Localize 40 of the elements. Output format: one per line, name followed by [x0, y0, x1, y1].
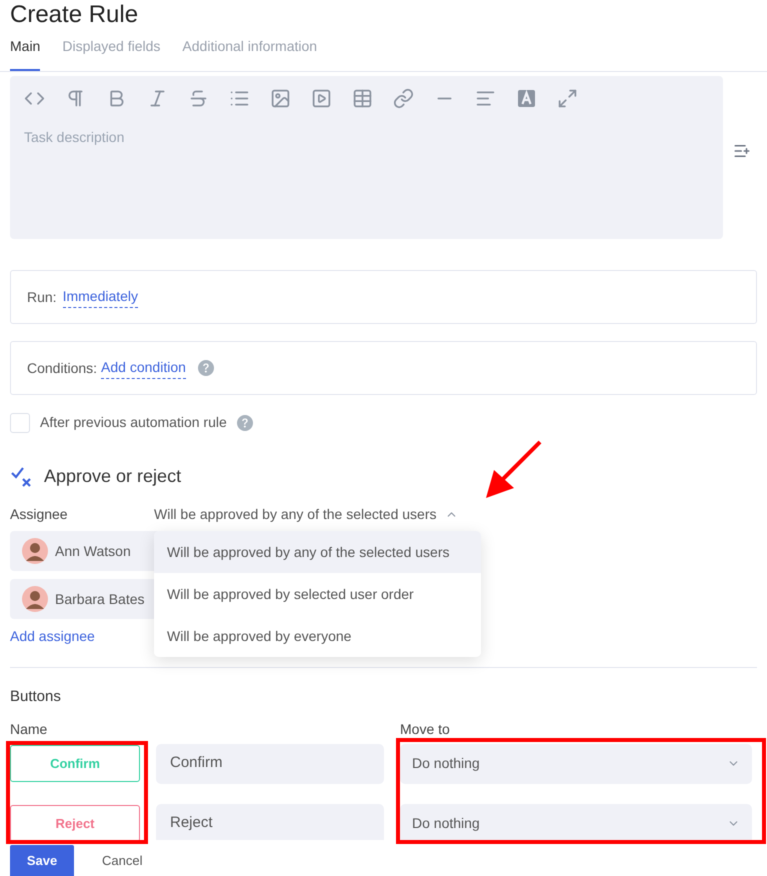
button-name-field[interactable]: Confirm: [156, 744, 384, 784]
section-title: Approve or reject: [44, 465, 182, 488]
avatar-icon: [22, 586, 48, 612]
strikethrough-icon[interactable]: [188, 88, 209, 109]
name-header: Name: [10, 720, 48, 738]
menu-option[interactable]: Will be approved by selected user order: [154, 573, 481, 615]
save-button[interactable]: Save: [10, 845, 74, 876]
approval-mode-dropdown[interactable]: Will be approved by any of the selected users: [154, 504, 458, 525]
move-to-select[interactable]: Do nothing: [400, 804, 752, 840]
avatar-icon: [22, 538, 48, 564]
arrow-drawing: [484, 440, 542, 500]
fullscreen-icon[interactable]: [557, 88, 578, 109]
text-color-icon[interactable]: [516, 88, 537, 109]
run-link[interactable]: Immediately: [62, 286, 138, 308]
conditions-label: Conditions:: [27, 358, 98, 378]
checkbox[interactable]: [10, 412, 30, 432]
button-name-field[interactable]: Reject: [156, 804, 384, 840]
move-to-header: Move to: [400, 720, 450, 738]
assignee-name: Ann Watson: [55, 542, 131, 560]
menu-option[interactable]: Will be approved by everyone: [154, 615, 481, 657]
help-icon[interactable]: [198, 360, 214, 376]
tab[interactable]: Main: [10, 36, 40, 71]
description-placeholder: Task description: [24, 128, 126, 147]
help-icon[interactable]: [236, 414, 253, 430]
buttons-title: Buttons: [10, 687, 62, 707]
move-to-select[interactable]: Do nothing: [400, 744, 752, 784]
menu-option[interactable]: Will be approved by any of the selected users: [154, 531, 481, 573]
cancel-button[interactable]: Cancel: [102, 845, 142, 876]
image-icon[interactable]: [270, 88, 291, 109]
add-condition-link[interactable]: Add condition: [101, 357, 186, 379]
assignee-name: Barbara Bates: [55, 590, 144, 608]
assignee-label: Assignee: [10, 505, 69, 524]
link-icon[interactable]: [393, 88, 414, 109]
checkbox-label: After previous automation rule: [40, 413, 227, 432]
page-title: Create Rule: [10, 0, 140, 30]
video-icon[interactable]: [311, 88, 332, 109]
run-label: Run:: [27, 288, 57, 306]
add-assignee-link[interactable]: Add assignee: [10, 626, 95, 647]
add-field-icon[interactable]: [733, 142, 751, 160]
table-icon[interactable]: [352, 88, 373, 109]
